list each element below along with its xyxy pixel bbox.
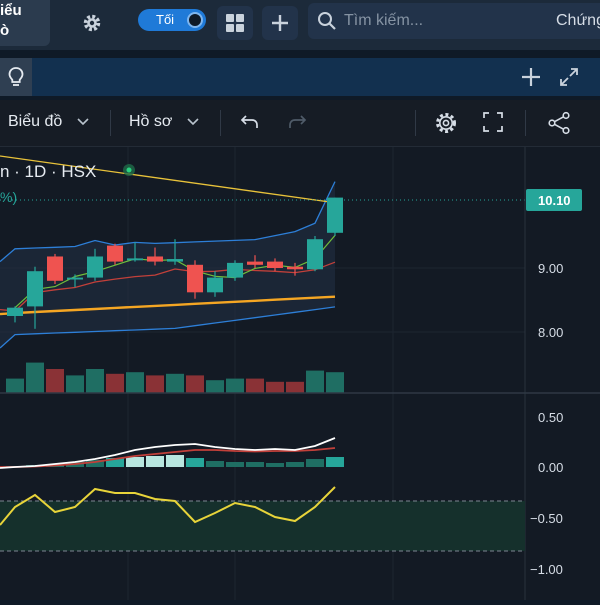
profile-menu[interactable]: Hồ sơ	[129, 113, 172, 131]
chart-tab-label: iểu	[0, 2, 22, 19]
volume-bar	[226, 378, 244, 393]
indicator-tick-label: 0.00	[538, 460, 563, 475]
candle-body	[307, 239, 323, 270]
add-button[interactable]	[262, 6, 298, 40]
macd-histogram-bar	[186, 458, 204, 467]
macd-histogram-bar	[226, 462, 244, 467]
expand-panel-button[interactable]	[558, 66, 580, 93]
lightbulb-icon	[8, 67, 24, 86]
change-percent: %)	[0, 189, 17, 205]
candle-body	[227, 262, 243, 278]
volume-bar	[306, 370, 324, 393]
volume-bar	[326, 372, 344, 393]
toolbar-divider	[525, 110, 526, 136]
fullscreen-icon[interactable]	[482, 111, 504, 133]
volume-bar	[126, 372, 144, 393]
gear-icon	[83, 14, 101, 32]
redo-icon[interactable]	[287, 113, 307, 131]
candle-body	[287, 266, 303, 270]
toolbar-divider	[220, 110, 221, 136]
volume-bar	[6, 378, 24, 393]
price-tick-label: 8.00	[538, 325, 563, 340]
macd-histogram-bar	[326, 457, 344, 467]
volume-bars	[6, 362, 344, 393]
macd-histogram-bar	[166, 455, 184, 467]
volume-bar	[266, 381, 284, 393]
indicator-tick-label: −0.50	[530, 511, 563, 526]
volume-bar	[246, 378, 264, 393]
candle-body	[67, 277, 83, 280]
plus-icon	[272, 15, 288, 31]
macd-histogram-bar	[286, 462, 304, 467]
settings-icon[interactable]	[434, 111, 458, 135]
volume-bar	[46, 369, 64, 393]
candle-body	[247, 261, 263, 265]
chart-area[interactable]: 10.10 9.00 8.00 0.50 0.00 −0.50 −1.00 n …	[0, 147, 600, 600]
oscillator-band	[0, 501, 525, 551]
search-icon	[318, 12, 336, 30]
volume-bar	[206, 380, 224, 393]
volume-bar	[106, 373, 124, 393]
market-menu-label[interactable]: Chứng	[556, 12, 600, 30]
symbol-info: n · 1D · HSX	[0, 162, 96, 181]
candle-body	[327, 197, 343, 233]
candle-body	[27, 271, 43, 307]
candle-body	[87, 256, 103, 278]
theme-toggle-label: Tối	[156, 12, 175, 27]
add-panel-button[interactable]	[520, 66, 542, 93]
candle-body	[167, 259, 183, 262]
macd-histogram-bar	[306, 459, 324, 467]
grid-icon	[226, 14, 244, 32]
theme-toggle[interactable]: Tối	[138, 9, 206, 31]
panel-header	[0, 58, 600, 96]
trend-line-handle-dot	[126, 167, 132, 173]
ideas-button[interactable]	[0, 58, 32, 96]
chart-type-menu[interactable]: Biểu đồ	[8, 113, 62, 131]
candle-body	[147, 256, 163, 262]
volume-bar	[186, 375, 204, 393]
volume-bar	[166, 373, 184, 393]
candle-body	[47, 256, 63, 281]
chevron-down-icon	[187, 118, 199, 126]
search-input[interactable]: Tìm kiếm...	[344, 12, 423, 30]
share-icon[interactable]	[547, 111, 571, 135]
macd-histogram-bar	[126, 457, 144, 467]
candle-body	[127, 258, 143, 261]
toolbar-divider	[110, 110, 111, 136]
indicator-tick-label: 0.50	[538, 410, 563, 425]
expand-icon	[560, 68, 578, 86]
macd-histogram-bar	[266, 463, 284, 467]
volume-bar	[26, 362, 44, 393]
plus-icon	[522, 68, 540, 86]
toggle-knob	[187, 12, 203, 28]
indicator-tick-label: −1.00	[530, 562, 563, 577]
layout-button[interactable]	[217, 6, 253, 40]
volume-bar	[286, 381, 304, 393]
volume-bar	[146, 375, 164, 393]
macd-histogram-bar	[206, 461, 224, 467]
candle-body	[207, 277, 223, 293]
chevron-down-icon	[77, 118, 89, 126]
volume-bar	[66, 375, 84, 393]
toolbar-divider	[415, 110, 416, 136]
candle-body	[187, 264, 203, 293]
price-tick-label: 9.00	[538, 261, 563, 276]
macd-histogram-bar	[246, 462, 264, 467]
candle-body	[107, 245, 123, 262]
search-box[interactable]: Tìm kiếm... Chứng	[308, 3, 600, 39]
last-price-label: 10.10	[538, 193, 571, 208]
top-bar: iểu ò Tối Tìm kiếm... Chứng	[0, 0, 600, 50]
volume-bar	[86, 369, 104, 393]
chart-tab-label-2: ò	[0, 22, 10, 39]
price-chart[interactable]: 10.10 9.00 8.00 0.50 0.00 −0.50 −1.00 n …	[0, 147, 600, 600]
macd-histogram-bar	[146, 456, 164, 467]
candle-body	[7, 307, 23, 316]
chart-toolbar: Biểu đồ Hồ sơ	[0, 100, 600, 147]
undo-icon[interactable]	[240, 113, 260, 131]
chart-tab[interactable]: iểu ò	[0, 0, 50, 46]
settings-button[interactable]	[74, 6, 110, 40]
candle-body	[267, 261, 283, 268]
